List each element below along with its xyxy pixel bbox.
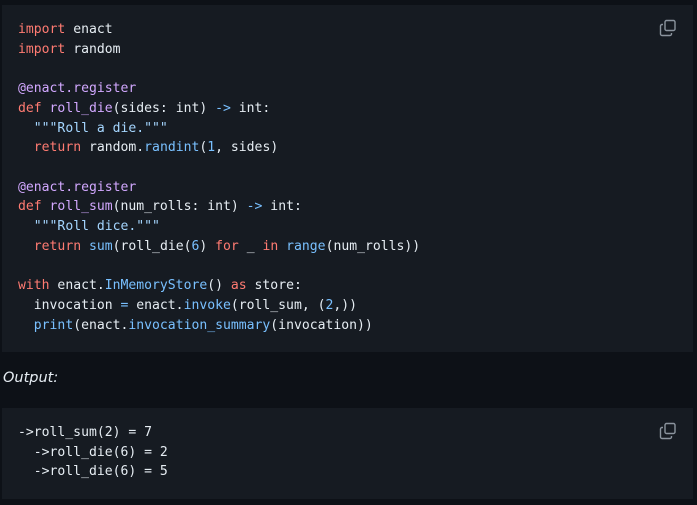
copy-icon	[659, 422, 676, 440]
code-line: def roll_die(sides: int) -> int:	[18, 99, 420, 119]
output-line: ->roll_sum(2) = 7	[18, 425, 153, 440]
code-token: ->	[215, 100, 231, 116]
code-token: (invocation))	[270, 317, 373, 333]
code-line: import enact	[18, 20, 420, 40]
code-token: in	[262, 238, 279, 254]
code-token: import	[18, 41, 66, 57]
code-token: store:	[246, 278, 302, 294]
code-line: invocation = enact.invoke(roll_sum, (2,)…	[18, 296, 420, 316]
code-token: roll_die	[49, 100, 113, 116]
code-line: with enact.InMemoryStore() as store:	[18, 276, 420, 296]
code-line: return sum(roll_die(6) for _ in range(nu…	[18, 237, 420, 257]
code-line: import random	[18, 40, 420, 60]
code-token: roll_sum	[49, 199, 113, 215]
code-token: for	[215, 238, 239, 254]
copy-code-button[interactable]	[659, 19, 677, 37]
code-token: invocation_summary	[128, 317, 271, 333]
code-token: randint	[144, 140, 200, 156]
output-content: ->roll_sum(2) = 7 ->roll_die(6) = 2 ->ro…	[18, 423, 168, 482]
code-token: ,))	[333, 297, 358, 313]
code-token: (sides: int)	[112, 100, 216, 116]
code-line: print(enact.invocation_summary(invocatio…	[18, 316, 420, 336]
code-token: random.	[81, 140, 145, 156]
code-token: sum	[88, 238, 113, 254]
copy-output-button[interactable]	[659, 422, 677, 440]
code-token: def	[18, 100, 42, 116]
code-token: invocation	[18, 297, 121, 313]
code-token: (num_rolls: int)	[112, 199, 247, 215]
output-label: Output:	[3, 370, 59, 386]
code-line: return random.randint(1, sides)	[18, 138, 420, 158]
code-token: (roll_sum, (	[230, 297, 326, 313]
code-line: """Roll a die."""	[18, 119, 420, 139]
code-token: ->	[246, 199, 263, 215]
code-token: print	[33, 317, 74, 333]
code-token: int:	[230, 100, 271, 116]
code-token: import	[18, 22, 66, 37]
code-token: """Roll a die."""	[33, 120, 168, 136]
code-token: )	[199, 238, 216, 254]
code-token: (num_rolls))	[325, 238, 421, 254]
code-token: return	[33, 238, 82, 254]
output-line: ->roll_die(6) = 2	[18, 444, 168, 460]
code-block: import enact import random @enact.registe…	[2, 5, 693, 352]
code-token: with	[18, 278, 50, 294]
code-token: , sides)	[215, 140, 279, 156]
code-token: """Roll dice."""	[33, 219, 160, 235]
code-line: @enact.register	[18, 178, 420, 198]
code-token: def	[18, 199, 42, 215]
code-token: int:	[262, 199, 302, 215]
code-token: (roll_die(	[112, 238, 192, 254]
code-token: random	[65, 41, 121, 57]
code-token: _	[238, 238, 263, 254]
code-token: 1	[207, 140, 216, 156]
code-token: ()	[207, 278, 231, 294]
code-token: as	[230, 278, 247, 294]
code-token: @enact.register	[18, 81, 137, 97]
code-token: enact	[65, 22, 113, 37]
code-line: def roll_sum(num_rolls: int) -> int:	[18, 197, 420, 217]
code-token: range	[286, 238, 326, 254]
code-token: (enact.	[73, 317, 129, 333]
code-token: return	[33, 140, 82, 156]
code-token: enact.	[128, 297, 184, 313]
copy-icon	[659, 19, 676, 37]
output-block: ->roll_sum(2) = 7 ->roll_die(6) = 2 ->ro…	[2, 408, 693, 499]
code-token: InMemoryStore	[104, 278, 208, 294]
code-token: invoke	[183, 297, 231, 313]
code-content: import enact import random @enact.registe…	[18, 20, 420, 335]
code-token: @enact.register	[18, 179, 137, 195]
output-line: ->roll_die(6) = 5	[18, 464, 168, 480]
code-token: enact.	[49, 278, 105, 294]
code-line: """Roll dice."""	[18, 217, 420, 237]
code-line: @enact.register	[18, 79, 420, 99]
